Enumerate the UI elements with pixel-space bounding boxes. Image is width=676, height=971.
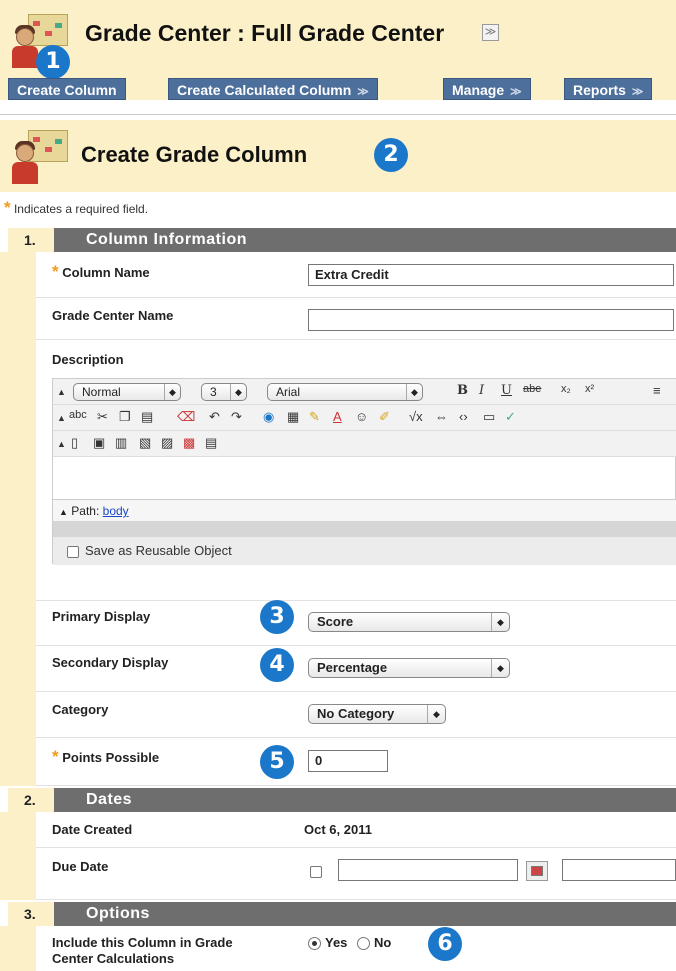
- font-family-select[interactable]: Arial ◆: [267, 383, 423, 401]
- divider: [0, 114, 676, 115]
- description-editor[interactable]: ▲ Normal ◆ 3 ◆ Arial ◆ B I U abe x₂ x² ≡ ▲ …: [52, 378, 676, 565]
- format-select[interactable]: Normal ◆: [73, 383, 181, 401]
- insert-flash-icon[interactable]: ▩: [183, 435, 195, 451]
- chevron-icon: ≫: [510, 86, 522, 98]
- redo-icon[interactable]: ↷: [231, 409, 242, 425]
- check-icon[interactable]: ✓: [505, 409, 516, 425]
- editor-toolbar-row-2: ▲ abc ✂ ❐ ▤ ⌫ ↶ ↷ ◉ ▦ ✎ A ☺ ✐ √x ⇔ ‹› ▭ …: [53, 405, 676, 431]
- undo-icon[interactable]: ↶: [209, 409, 220, 425]
- no-radio[interactable]: [357, 937, 371, 951]
- section-dates: 2. Dates: [8, 788, 676, 812]
- due-time-input[interactable]: [562, 859, 676, 881]
- required-star-icon: *: [4, 198, 11, 217]
- category-select[interactable]: No Category ◆: [308, 704, 446, 724]
- clear-format-icon[interactable]: ⌫: [177, 409, 195, 425]
- paste-icon[interactable]: ▤: [141, 409, 153, 425]
- primary-display-label: Primary Display: [52, 609, 151, 624]
- callout-4: 4: [260, 648, 294, 682]
- preview-icon[interactable]: ▭: [483, 409, 495, 425]
- grade-center-icon: [10, 130, 70, 186]
- editor-toolbar-row-1: ▲ Normal ◆ 3 ◆ Arial ◆ B I U abe x₂ x² ≡: [53, 379, 676, 405]
- header-menu-chevron-icon[interactable]: ≫: [482, 24, 499, 41]
- attach-file-icon[interactable]: ▯: [71, 435, 78, 451]
- text-color-icon[interactable]: A: [333, 409, 342, 424]
- emoticon-icon[interactable]: ☺: [355, 409, 368, 424]
- include-in-calculations-radio-group: Yes No: [308, 935, 391, 951]
- column-name-input[interactable]: Extra Credit: [308, 264, 674, 286]
- collapse-arrow-icon[interactable]: ▲: [57, 439, 66, 449]
- strikethrough-icon[interactable]: abe: [523, 383, 541, 395]
- grade-center-name-input[interactable]: [308, 309, 674, 331]
- due-date-input[interactable]: [338, 859, 518, 881]
- calendar-icon[interactable]: [526, 861, 548, 881]
- path-body-link[interactable]: body: [103, 504, 129, 518]
- required-note: * Indicates a required field.: [4, 198, 149, 217]
- due-date-checkbox[interactable]: [310, 866, 322, 878]
- subscript-icon[interactable]: x₂: [561, 383, 571, 395]
- section-column-information: 1. Column Information: [8, 228, 676, 252]
- underline-icon[interactable]: U: [501, 383, 512, 398]
- page-header-title: Grade Center : Full Grade Center: [85, 20, 445, 46]
- resize-handle[interactable]: [53, 521, 676, 537]
- italic-icon[interactable]: I: [479, 383, 484, 398]
- callout-2: 2: [374, 138, 408, 172]
- points-possible-label: * Points Possible: [52, 747, 160, 766]
- callout-6: 6: [428, 927, 462, 961]
- secondary-display-label: Secondary Display: [52, 655, 169, 670]
- callout-3: 3: [260, 600, 294, 634]
- secondary-display-select[interactable]: Percentage ◆: [308, 658, 510, 678]
- reusable-checkbox[interactable]: [67, 545, 79, 558]
- spellcheck-icon[interactable]: abc: [69, 409, 87, 421]
- no-radio-label[interactable]: No: [374, 935, 391, 950]
- code-icon[interactable]: ‹›: [459, 409, 468, 424]
- section-options: 3. Options: [8, 902, 676, 926]
- callout-5: 5: [260, 745, 294, 779]
- reports-button[interactable]: Reports ≫: [564, 78, 653, 100]
- cut-icon[interactable]: ✂: [97, 409, 108, 425]
- collapse-arrow-icon[interactable]: ▲: [57, 413, 66, 423]
- yes-radio-label[interactable]: Yes: [325, 935, 347, 950]
- bold-icon[interactable]: B: [457, 383, 468, 398]
- font-size-select[interactable]: 3 ◆: [201, 383, 247, 401]
- chevron-icon: ≫: [357, 86, 369, 98]
- category-label: Category: [52, 702, 109, 717]
- include-in-calculations-label: Include this Column in Grade Center Calc…: [52, 935, 233, 966]
- html-source-icon[interactable]: ⇔: [435, 409, 448, 424]
- column-name-label: * Column Name: [52, 262, 150, 281]
- collapse-arrow-icon[interactable]: ▲: [57, 387, 66, 397]
- due-date-label: Due Date: [52, 859, 109, 874]
- mashup-icon[interactable]: ▤: [205, 435, 217, 451]
- insert-video-icon[interactable]: ▨: [161, 435, 173, 451]
- grade-center-name-label: Grade Center Name: [52, 308, 174, 323]
- table-icon[interactable]: ▦: [287, 409, 299, 425]
- primary-display-select[interactable]: Score ◆: [308, 612, 510, 632]
- superscript-icon[interactable]: x²: [585, 383, 594, 395]
- collapse-arrow-icon: ▲: [59, 507, 68, 517]
- page-title: Create Grade Column: [81, 142, 308, 167]
- save-reusable-object[interactable]: Save as Reusable Object: [53, 537, 676, 565]
- editor-path-bar: ▲ Path: body: [53, 499, 676, 521]
- link-icon[interactable]: ◉: [263, 409, 274, 425]
- editor-toolbar-row-3: ▲ ▯ ▣ ▥ ▧ ▨ ▩ ▤: [53, 431, 676, 457]
- manage-button[interactable]: Manage ≫: [443, 78, 531, 100]
- insert-image-icon[interactable]: ▣: [93, 435, 105, 451]
- math-icon[interactable]: √x: [409, 409, 423, 424]
- create-column-button[interactable]: Create Column: [8, 78, 126, 100]
- align-icon[interactable]: ≡: [653, 383, 661, 398]
- chevron-icon: ≫: [631, 86, 644, 98]
- create-calculated-column-button[interactable]: Create Calculated Column ≫: [168, 78, 378, 100]
- callout-1: 1: [36, 45, 70, 79]
- copy-icon[interactable]: ❐: [119, 409, 131, 425]
- date-created-label: Date Created: [52, 822, 133, 837]
- points-possible-input[interactable]: 0: [308, 750, 388, 772]
- yes-radio[interactable]: [308, 937, 321, 951]
- description-label: Description: [52, 352, 124, 367]
- pencil-icon[interactable]: ✎: [309, 409, 320, 425]
- insert-audio-icon[interactable]: ▧: [139, 435, 151, 451]
- date-created-value: Oct 6, 2011: [304, 822, 372, 837]
- highlight-icon[interactable]: ✐: [379, 409, 390, 425]
- insert-media-icon[interactable]: ▥: [115, 435, 127, 451]
